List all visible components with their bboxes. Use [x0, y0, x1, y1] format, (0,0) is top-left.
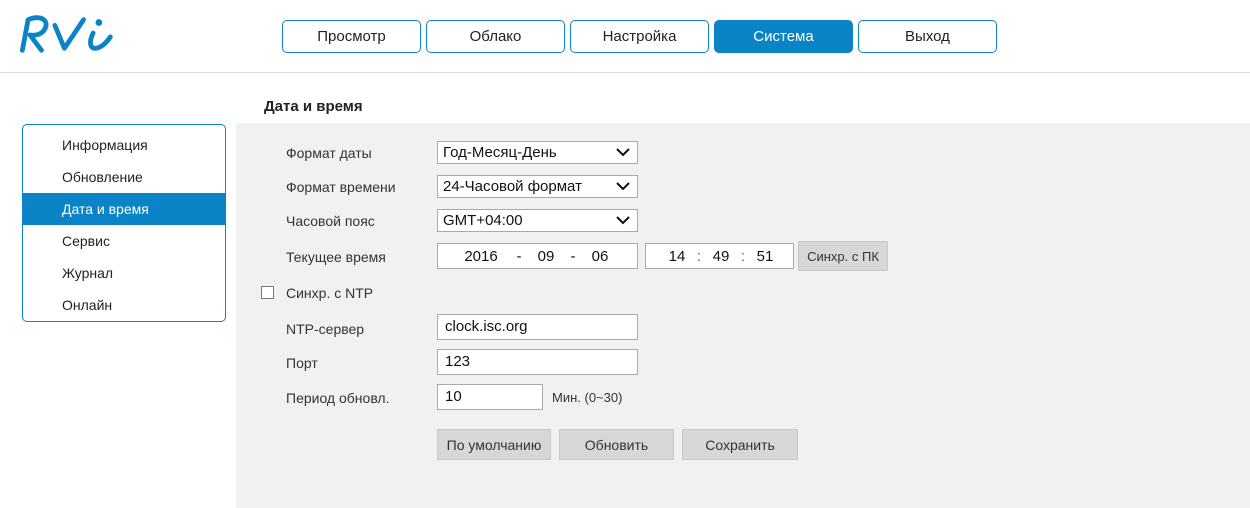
- sidebar-item-service[interactable]: Сервис: [23, 225, 225, 257]
- refresh-button[interactable]: Обновить: [559, 429, 674, 460]
- top-navigation: Просмотр Облако Настройка Система Выход: [282, 20, 997, 53]
- current-time-label: Текущее время: [286, 249, 386, 265]
- period-label: Период обновл.: [286, 390, 390, 406]
- rvi-logo: [19, 15, 113, 53]
- month-field[interactable]: 09: [526, 248, 566, 265]
- page-title-tab: Дата и время: [236, 90, 411, 123]
- ntp-server-input[interactable]: clock.isc.org: [437, 314, 638, 340]
- day-field[interactable]: 06: [580, 248, 620, 265]
- tab-view[interactable]: Просмотр: [282, 20, 421, 53]
- save-button[interactable]: Сохранить: [682, 429, 798, 460]
- period-input[interactable]: 10: [437, 384, 543, 410]
- year-field[interactable]: 2016: [450, 248, 512, 265]
- sidebar-item-log[interactable]: Журнал: [23, 257, 225, 289]
- chevron-down-icon: [616, 216, 630, 225]
- chevron-down-icon: [616, 182, 630, 191]
- sync-pc-button[interactable]: Синхр. с ПК: [798, 241, 888, 271]
- tab-exit[interactable]: Выход: [858, 20, 997, 53]
- date-separator: -: [570, 247, 576, 265]
- second-field[interactable]: 51: [750, 248, 780, 265]
- date-format-select[interactable]: Год-Месяц-День: [437, 141, 638, 164]
- timezone-select[interactable]: GMT+04:00: [437, 209, 638, 232]
- tab-settings[interactable]: Настройка: [570, 20, 709, 53]
- time-input[interactable]: 14 : 49 : 51: [645, 243, 794, 269]
- chevron-down-icon: [616, 148, 630, 157]
- date-input[interactable]: 2016 - 09 - 06: [437, 243, 638, 269]
- tab-cloud[interactable]: Облако: [426, 20, 565, 53]
- period-hint: Мин. (0~30): [552, 390, 623, 405]
- timezone-label: Часовой пояс: [286, 213, 375, 229]
- ntp-sync-label: Синхр. с NTP: [286, 285, 374, 301]
- ntp-sync-checkbox[interactable]: [261, 286, 274, 299]
- time-format-value: 24-Часовой формат: [443, 178, 582, 195]
- default-button[interactable]: По умолчанию: [437, 429, 551, 460]
- header-divider: [0, 72, 1250, 73]
- sidebar-item-online[interactable]: Онлайн: [23, 289, 225, 321]
- sidebar-item-update[interactable]: Обновление: [23, 161, 225, 193]
- date-format-value: Год-Месяц-День: [443, 144, 557, 161]
- date-format-label: Формат даты: [286, 145, 372, 161]
- date-separator: -: [516, 247, 522, 265]
- sidebar-item-info[interactable]: Информация: [23, 129, 225, 161]
- time-format-label: Формат времени: [286, 179, 396, 195]
- tab-system[interactable]: Система: [714, 20, 853, 53]
- port-label: Порт: [286, 355, 318, 371]
- time-separator: :: [740, 247, 746, 265]
- time-format-select[interactable]: 24-Часовой формат: [437, 175, 638, 198]
- time-separator: :: [696, 247, 702, 265]
- sidebar-item-datetime[interactable]: Дата и время: [23, 193, 225, 225]
- minute-field[interactable]: 49: [706, 248, 736, 265]
- port-input[interactable]: 123: [437, 349, 638, 375]
- hour-field[interactable]: 14: [662, 248, 692, 265]
- sidebar-menu: Информация Обновление Дата и время Серви…: [22, 124, 226, 322]
- ntp-server-label: NTP-сервер: [286, 321, 365, 337]
- timezone-value: GMT+04:00: [443, 212, 523, 229]
